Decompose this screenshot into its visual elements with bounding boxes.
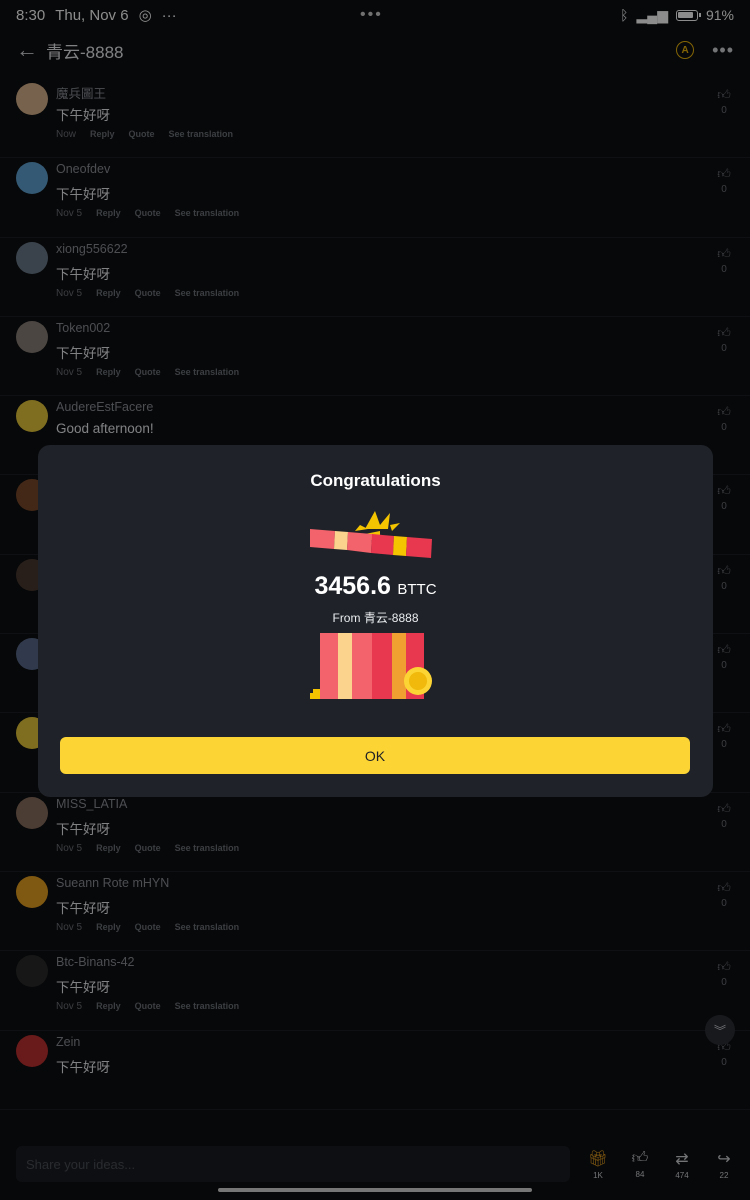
reward-amount: 3456.6 [314,572,391,600]
dialog-title: Congratulations [310,471,441,490]
reward-sender: From 青云-8888 [332,611,419,625]
reward-amount-row: 3456.6 BTTC [38,572,713,601]
gift-lid-icon [310,511,432,558]
ok-button[interactable]: OK [60,737,690,774]
gift-box-icon [310,633,432,699]
congratulations-dialog: Congratulations 3456.6 BTTC From 青云-8888… [38,445,713,797]
reward-unit: BTTC [397,581,437,598]
